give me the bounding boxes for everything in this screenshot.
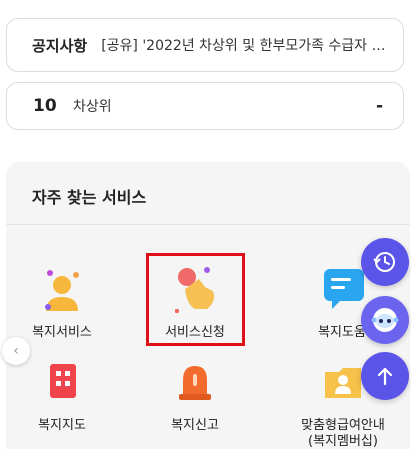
highlight-box bbox=[146, 253, 245, 346]
service-map[interactable]: 복지지도 bbox=[22, 358, 102, 434]
notice-label: 공지사항 bbox=[32, 36, 88, 55]
keyword-trend: - bbox=[375, 96, 383, 116]
recent-history-button[interactable] bbox=[361, 238, 409, 286]
service-label: 맞춤형급여안내 bbox=[301, 418, 385, 433]
divider bbox=[6, 224, 410, 225]
chatbot-icon bbox=[371, 308, 399, 332]
service-report[interactable]: 복지신고 bbox=[155, 358, 235, 434]
service-label-sub: (복지멤버십) bbox=[308, 434, 378, 449]
keyword-text[interactable]: 차상위 bbox=[73, 96, 376, 116]
service-label: 복지지도 bbox=[38, 418, 86, 433]
service-label: 복지서비스 bbox=[32, 325, 92, 340]
map-building-icon bbox=[36, 358, 88, 410]
panel-title: 자주 찾는 서비스 bbox=[32, 188, 147, 207]
notice-text[interactable]: [공유] '2022년 차상위 및 한부모가족 수급자 안내 bbox=[101, 35, 389, 55]
notice-bar[interactable]: 공지사항 [공유] '2022년 차상위 및 한부모가족 수급자 안내 bbox=[6, 18, 404, 72]
popular-keyword-bar[interactable]: 10 차상위 - bbox=[6, 82, 404, 130]
chevron-left-icon: ‹ bbox=[13, 343, 19, 359]
service-label: 복지신고 bbox=[171, 418, 219, 433]
chat-bubble-icon bbox=[316, 265, 368, 317]
prev-arrow-button[interactable]: ‹ bbox=[2, 337, 30, 365]
person-icon bbox=[36, 265, 88, 317]
arrow-up-icon bbox=[377, 367, 393, 386]
scroll-top-button[interactable] bbox=[361, 352, 409, 400]
service-welfare[interactable]: 복지서비스 bbox=[22, 265, 102, 341]
chatbot-button[interactable] bbox=[361, 296, 409, 344]
keyword-rank: 10 bbox=[33, 96, 57, 116]
folder-person-icon bbox=[317, 358, 369, 410]
history-icon bbox=[373, 252, 395, 272]
siren-icon bbox=[169, 358, 221, 410]
